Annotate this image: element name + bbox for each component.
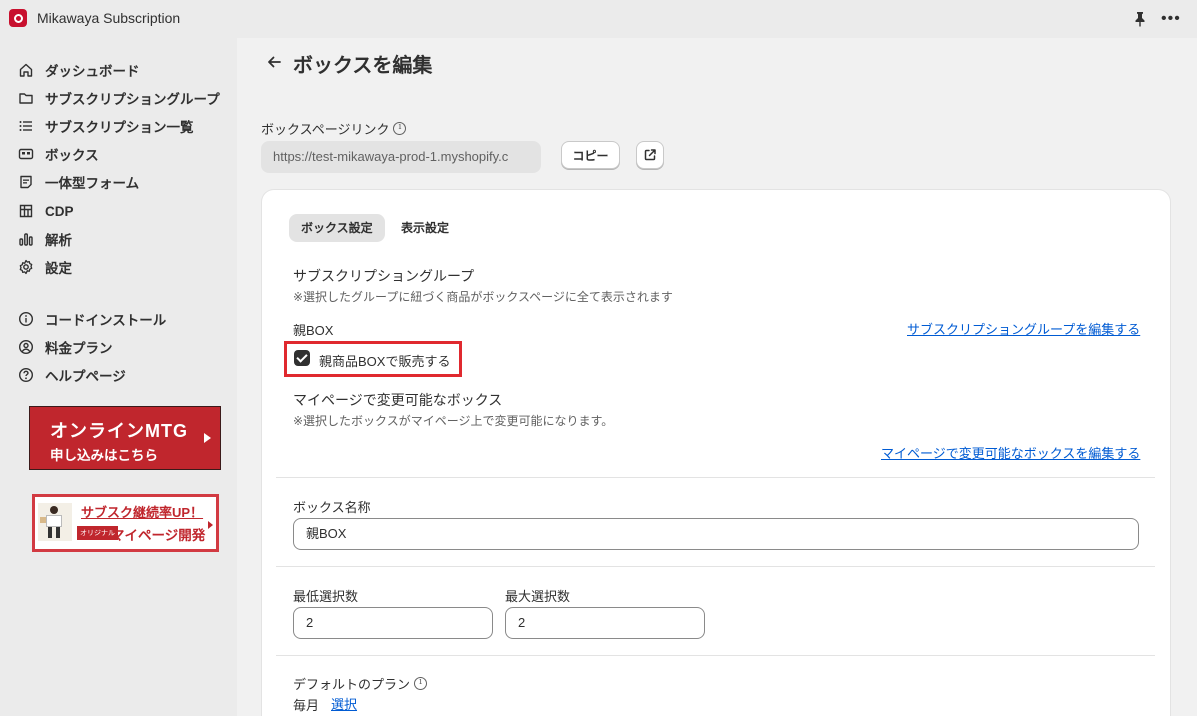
group-name: 親BOX <box>293 323 334 338</box>
person-illustration-icon <box>38 503 72 541</box>
list-icon <box>18 118 34 134</box>
sidebar-item-label: 解析 <box>45 233 72 248</box>
sidebar-item-label: サブスクリプション一覧 <box>45 120 194 135</box>
sidebar-item-subscription-groups[interactable]: サブスクリプショングループ <box>18 87 220 109</box>
info-icon[interactable] <box>393 122 407 135</box>
tab-box-settings[interactable]: ボックス設定 <box>289 214 385 242</box>
sidebar-item-cdp[interactable]: CDP <box>18 200 74 222</box>
help-icon <box>18 367 34 383</box>
analytics-icon <box>18 231 34 247</box>
info-icon <box>18 311 34 327</box>
sidebar-item-label: 設定 <box>45 261 72 276</box>
box-icon <box>18 146 34 162</box>
person-icon <box>18 339 34 355</box>
external-link-icon <box>644 149 656 161</box>
default-plan-label-text: デフォルトのプラン <box>293 677 411 692</box>
box-name-input[interactable]: 親BOX <box>293 518 1139 550</box>
max-select-input[interactable]: 2 <box>505 607 705 639</box>
sidebar-item-label: 一体型フォーム <box>45 176 140 191</box>
banner-title: サブスク継続率UP！ <box>81 505 204 520</box>
back-arrow-icon[interactable] <box>265 53 283 71</box>
play-arrow-icon <box>208 521 213 529</box>
edit-subscription-group-link[interactable]: サブスクリプショングループを編集する <box>907 319 1140 338</box>
sidebar-item-label: コードインストール <box>45 313 167 328</box>
info-icon[interactable] <box>414 677 428 690</box>
pin-icon[interactable] <box>1133 11 1147 27</box>
form-icon <box>18 174 34 190</box>
sidebar-item-label: CDP <box>45 203 74 219</box>
sidebar-item-label: 料金プラン <box>45 341 113 356</box>
title-bar: Mikawaya Subscription ••• <box>0 0 1197 38</box>
default-plan-value: 毎月 <box>293 698 320 713</box>
sidebar-item-form[interactable]: 一体型フォーム <box>18 171 139 193</box>
sidebar-item-label: サブスクリプショングループ <box>45 92 220 107</box>
copy-button[interactable]: コピー <box>561 141 620 169</box>
edit-mypage-boxes-link[interactable]: マイページで変更可能なボックスを編集する <box>881 443 1140 462</box>
banner-subtitle: 申し込みはこちら <box>50 448 158 463</box>
sidebar: ダッシュボード サブスクリプショングループ サブスクリプション一覧 ボックス 一… <box>0 38 237 716</box>
sidebar-item-label: ボックス <box>45 148 99 163</box>
sidebar-item-code-install[interactable]: コードインストール <box>18 308 166 330</box>
gear-icon <box>18 259 34 275</box>
box-name-label: ボックス名称 <box>293 500 371 515</box>
subscription-group-note: ※選択したグループに紐づく商品がボックスページに全て表示されます <box>293 290 673 304</box>
box-page-url-field[interactable]: https://test-mikawaya-prod-1.myshopify.c <box>261 141 541 173</box>
sidebar-item-label: ダッシュボード <box>45 64 140 79</box>
parent-box-checkbox-label[interactable]: 親商品BOXで販売する <box>319 351 450 370</box>
box-page-link-label: ボックスページリンク <box>261 119 407 138</box>
sidebar-item-dashboard[interactable]: ダッシュボード <box>18 59 140 81</box>
divider <box>276 566 1155 567</box>
page-title: ボックスを編集 <box>293 55 433 77</box>
banner-title: オンラインMTG <box>50 421 188 441</box>
mypage-development-banner[interactable]: サブスク継続率UP！ オリジナル マイページ開発 <box>32 494 219 552</box>
select-plan-link[interactable]: 選択 <box>331 694 357 713</box>
more-options-icon[interactable]: ••• <box>1161 11 1181 27</box>
box-page-link-label-text: ボックスページリンク <box>261 122 390 137</box>
sidebar-item-label: ヘルプページ <box>45 369 126 384</box>
min-select-input[interactable]: 2 <box>293 607 493 639</box>
sidebar-item-pricing[interactable]: 料金プラン <box>18 336 113 358</box>
home-icon <box>18 62 34 78</box>
banner-subtitle: マイページ開発 <box>111 528 206 543</box>
subscription-group-title: サブスクリプショングループ <box>293 268 475 284</box>
sidebar-item-settings[interactable]: 設定 <box>18 256 72 278</box>
sidebar-item-analytics[interactable]: 解析 <box>18 228 72 250</box>
tab-display-settings[interactable]: 表示設定 <box>389 214 461 242</box>
app-logo-icon <box>9 9 27 27</box>
folder-icon <box>18 90 34 106</box>
mypage-boxes-title: マイページで変更可能なボックス <box>293 392 503 408</box>
sidebar-item-help[interactable]: ヘルプページ <box>18 364 126 386</box>
grid-icon <box>18 203 34 219</box>
app-title: Mikawaya Subscription <box>37 10 181 26</box>
online-mtg-banner[interactable]: オンラインMTG 申し込みはこちら <box>29 406 221 470</box>
sidebar-item-subscription-list[interactable]: サブスクリプション一覧 <box>18 115 194 137</box>
min-select-label: 最低選択数 <box>293 589 359 604</box>
sidebar-item-box[interactable]: ボックス <box>18 143 99 165</box>
play-arrow-icon <box>204 433 211 443</box>
open-external-button[interactable] <box>636 141 664 169</box>
divider <box>276 477 1155 478</box>
max-select-label: 最大選択数 <box>505 589 571 604</box>
divider <box>276 655 1155 656</box>
mypage-boxes-note: ※選択したボックスがマイページ上で変更可能になります。 <box>293 414 614 428</box>
parent-box-checkbox[interactable] <box>294 350 310 366</box>
default-plan-label: デフォルトのプラン <box>293 674 428 693</box>
